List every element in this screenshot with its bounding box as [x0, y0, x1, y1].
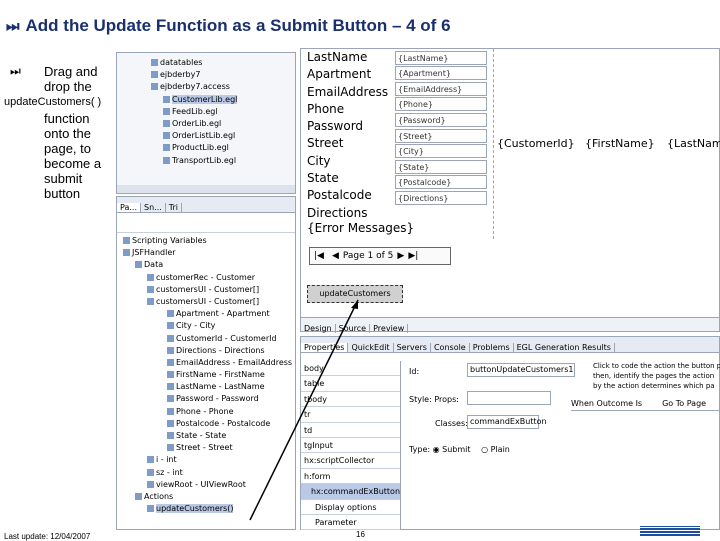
tag-item[interactable]: table: [301, 376, 400, 392]
tag-item-selected[interactable]: hx:commandExButton: [301, 484, 400, 500]
tab-properties[interactable]: Properties: [301, 343, 349, 352]
form-field[interactable]: {State}: [395, 159, 487, 174]
tab-tri[interactable]: Tri: [166, 203, 183, 212]
form-field[interactable]: {Phone}: [395, 97, 487, 112]
tree-item[interactable]: datatables: [151, 57, 237, 69]
tab-snippets[interactable]: Sn...: [141, 203, 166, 212]
tree-item[interactable]: Phone - Phone: [123, 406, 292, 418]
tree-item[interactable]: City - City: [123, 320, 292, 332]
tag-item[interactable]: body: [301, 361, 400, 377]
tree-item[interactable]: OrderListLib.egl: [151, 130, 237, 142]
properties-view: Properties QuickEdit Servers Console Problem…: [300, 336, 720, 531]
tab-design[interactable]: Design: [301, 324, 336, 333]
tree-item[interactable]: ejbderby7: [151, 69, 237, 81]
tag-subitem[interactable]: Display options: [301, 500, 400, 515]
page-data-view: Pa... Sn... Tri Scripting Variables JSFHan…: [116, 196, 296, 530]
form-field[interactable]: {City}: [395, 144, 487, 159]
tree-item[interactable]: Password - Password: [123, 393, 292, 405]
error-messages: {Error Messages}: [307, 221, 415, 235]
project-explorer: datatables ejbderby7 ejbderby7.access Cu…: [116, 52, 296, 194]
id-input[interactable]: buttonUpdateCustomers1: [467, 363, 575, 377]
tag-item[interactable]: tbody: [301, 392, 400, 408]
ibm-logo: [640, 526, 700, 536]
tree-item[interactable]: Actions: [123, 491, 292, 503]
tag-subitem[interactable]: Parameter: [301, 515, 400, 531]
tree-item[interactable]: LastName - LastName: [123, 381, 292, 393]
tag-item[interactable]: hx:scriptCollector: [301, 453, 400, 469]
tab-console[interactable]: Console: [431, 343, 470, 352]
tab-servers[interactable]: Servers: [394, 343, 431, 352]
tab-page-data[interactable]: Pa...: [117, 203, 141, 212]
tree-item[interactable]: Directions - Directions: [123, 345, 292, 357]
column-last-name[interactable]: {LastName}: [667, 137, 720, 150]
tree-item[interactable]: CustomerLib.egl: [151, 94, 238, 106]
tree-item[interactable]: ProductLib.egl: [151, 142, 237, 154]
tree-item[interactable]: FeedLib.egl: [151, 106, 237, 118]
page-designer: LastName Apartment EmailAddress Phone Pa…: [300, 48, 720, 333]
last-page-icon[interactable]: ▶|: [408, 251, 418, 261]
next-page-icon[interactable]: ▶: [397, 251, 404, 261]
form-fields: {LastName} {Apartment} {EmailAddress} {P…: [395, 49, 487, 207]
tree-item[interactable]: OrderLib.egl: [151, 118, 237, 130]
tree-item[interactable]: customersUI - Customer[]: [123, 284, 292, 296]
bullet-rest: function onto the page, to become a subm…: [44, 111, 102, 201]
tree-item[interactable]: Data: [123, 259, 292, 271]
tree-item[interactable]: Scripting Variables: [123, 235, 292, 247]
prev-page-icon[interactable]: ◀: [332, 251, 339, 261]
tree-item[interactable]: customerRec - Customer: [123, 272, 292, 284]
tab-egl-generation[interactable]: EGL Generation Results: [514, 343, 615, 352]
tab-preview[interactable]: Preview: [370, 324, 409, 333]
first-page-icon[interactable]: |◀: [314, 251, 324, 261]
tree-item[interactable]: JSFHandler: [123, 247, 292, 259]
tab-quick-edit[interactable]: QuickEdit: [348, 343, 394, 352]
form-field[interactable]: {Apartment}: [395, 66, 487, 81]
column-customer-id[interactable]: {CustomerId}: [497, 137, 575, 150]
tree-item[interactable]: viewRoot - UIViewRoot: [123, 479, 292, 491]
tree-item[interactable]: Street - Street: [123, 442, 292, 454]
tree-item[interactable]: customersUI - Customer[]: [123, 296, 292, 308]
tree-item[interactable]: i - int: [123, 454, 292, 466]
skip-forward-icon: ⏭: [6, 18, 20, 35]
form-field[interactable]: {LastName}: [395, 50, 487, 65]
tag-item[interactable]: tgInput: [301, 438, 400, 454]
form-field[interactable]: {Postalcode}: [395, 175, 487, 190]
horizontal-scrollbar[interactable]: [117, 185, 295, 193]
tree-item[interactable]: ejbderby7.access: [151, 81, 237, 93]
tag-list: body table tbody tr td tgInput hx:script…: [301, 361, 401, 531]
action-help: Click to code the action the button p the…: [593, 362, 720, 390]
tree-item[interactable]: Postalcode - Postalcode: [123, 418, 292, 430]
tree-item[interactable]: FirstName - FirstName: [123, 369, 292, 381]
tree-item[interactable]: Apartment - Apartment: [123, 308, 292, 320]
tag-item[interactable]: h:form: [301, 469, 400, 485]
style-input[interactable]: [467, 391, 551, 405]
form-field[interactable]: {Directions}: [395, 190, 487, 205]
bullet-line-1: Drag and: [44, 64, 98, 79]
function-name: updateCustomers( ): [4, 96, 102, 108]
tree-item[interactable]: sz - int: [123, 467, 292, 479]
page-number: 16: [356, 530, 365, 539]
type-plain-radio[interactable]: ○: [481, 445, 488, 454]
tag-item[interactable]: td: [301, 423, 400, 438]
form-field[interactable]: {Password}: [395, 112, 487, 127]
tab-problems[interactable]: Problems: [470, 343, 514, 352]
bullet-icon: ⏭: [10, 64, 21, 78]
tree-item[interactable]: EmailAddress - EmailAddress: [123, 357, 292, 369]
pager: |◀ ◀ Page 1 of 5 ▶ ▶|: [309, 247, 451, 265]
form-field[interactable]: {Street}: [395, 128, 487, 143]
form-labels: LastName Apartment EmailAddress Phone Pa…: [307, 50, 389, 220]
update-customers-button[interactable]: updateCustomers: [307, 285, 403, 303]
classes-input[interactable]: commandExButton: [467, 415, 547, 429]
tree-item[interactable]: CustomerId - CustomerId: [123, 333, 292, 345]
tree-item[interactable]: TransportLib.egl: [151, 155, 237, 167]
type-submit-radio[interactable]: ◉: [433, 445, 440, 454]
tab-source[interactable]: Source: [336, 324, 371, 333]
tree-item[interactable]: updateCustomers(): [123, 503, 292, 515]
column-first-name[interactable]: {FirstName}: [585, 137, 655, 150]
bullet-line-2: drop the: [44, 79, 92, 94]
form-field[interactable]: {EmailAddress}: [395, 81, 487, 96]
tree-item[interactable]: State - State: [123, 430, 292, 442]
slide-title: ⏭ Add the Update Function as a Submit But…: [6, 16, 451, 35]
tag-item[interactable]: tr: [301, 407, 400, 423]
